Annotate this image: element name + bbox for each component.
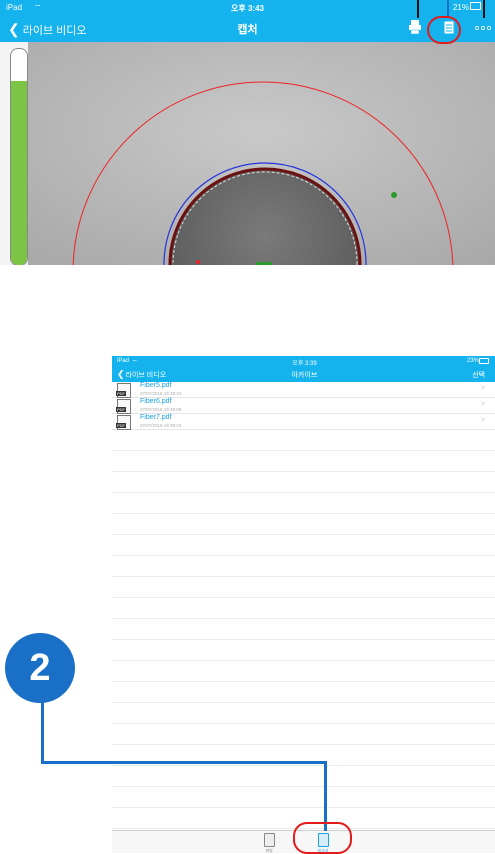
empty-row [112,787,495,808]
empty-row [112,451,495,472]
empty-row [112,682,495,703]
pdf-icon: PDF [116,383,131,398]
level-gauge [10,48,28,265]
callout-line-vertical-left [41,700,44,763]
file-name: Fiber5.pdf [140,382,172,389]
empty-row [112,619,495,640]
file-name: Fiber6.pdf [140,398,172,405]
chevron-right-icon: > [480,417,485,424]
select-button[interactable]: 선택 [472,370,485,380]
empty-row [112,493,495,514]
battery-text: 21% [452,3,469,12]
tab-files[interactable]: 파일 [254,833,284,853]
empty-row [112,640,495,661]
highlight-report-tab [293,822,352,854]
empty-row [112,472,495,493]
more-icon[interactable] [474,25,492,31]
callout-line-print [417,0,419,18]
highlight-report-button [427,16,461,44]
empty-row [112,724,495,745]
empty-row [112,703,495,724]
battery-text: 23% [466,358,479,364]
callout-number-badge: 2 [5,633,75,703]
file-date: 07/07/2016 19:39:23 [140,423,182,428]
empty-row [112,514,495,535]
empty-rows [112,430,495,853]
file-row[interactable]: PDF Fiber5.pdf 07/07/2016 19:38:34 > [112,382,495,398]
callout-line-vertical-right [324,761,327,831]
empty-row [112,430,495,451]
archive-screenshot: iPad ⌔ 오후 3:39 23% ❮라이브 비디오 아카이브 선택 PDF … [112,356,495,853]
file-icon [263,833,275,847]
pdf-icon: PDF [116,399,131,414]
empty-row [112,577,495,598]
navigation-bar: ❮ 라이브 비디오 캡처 [0,14,495,42]
callout-line-horizontal [41,761,327,764]
battery-icon [470,2,481,10]
status-bar: iPad ⌔ 오후 3:43 21% [0,0,495,14]
file-list: PDF Fiber5.pdf 07/07/2016 19:38:34 > PDF… [112,382,495,853]
status-time: 오후 3:43 [231,4,264,13]
navigation-bar-archive: ❮라이브 비디오 아카이브 선택 [112,366,495,382]
pdf-icon: PDF [116,415,131,430]
print-icon[interactable] [408,19,422,35]
file-row[interactable]: PDF Fiber6.pdf 07/07/2016 19:39:08 > [112,398,495,414]
battery-icon [479,358,489,364]
page-title: 아카이브 [291,372,318,379]
tab-label: 파일 [265,848,273,853]
status-bar-archive: iPad ⌔ 오후 3:39 23% [112,356,495,367]
callout-line-more [483,0,485,18]
capture-screenshot: iPad ⌔ 오후 3:43 21% ❮ 라이브 비디오 캡처 [0,0,495,265]
gauge-fill [11,81,27,265]
file-name: Fiber7.pdf [140,414,172,421]
empty-row [112,556,495,577]
file-row[interactable]: PDF Fiber7.pdf 07/07/2016 19:39:23 > [112,414,495,430]
fiber-microscope-image [28,42,495,265]
chevron-right-icon: > [480,385,485,392]
empty-row [112,661,495,682]
file-date: 07/07/2016 19:39:08 [140,407,182,412]
chevron-right-icon: > [480,401,485,408]
empty-row [112,535,495,556]
file-date: 07/07/2016 19:38:34 [140,391,182,396]
empty-row [112,598,495,619]
empty-row [112,766,495,787]
